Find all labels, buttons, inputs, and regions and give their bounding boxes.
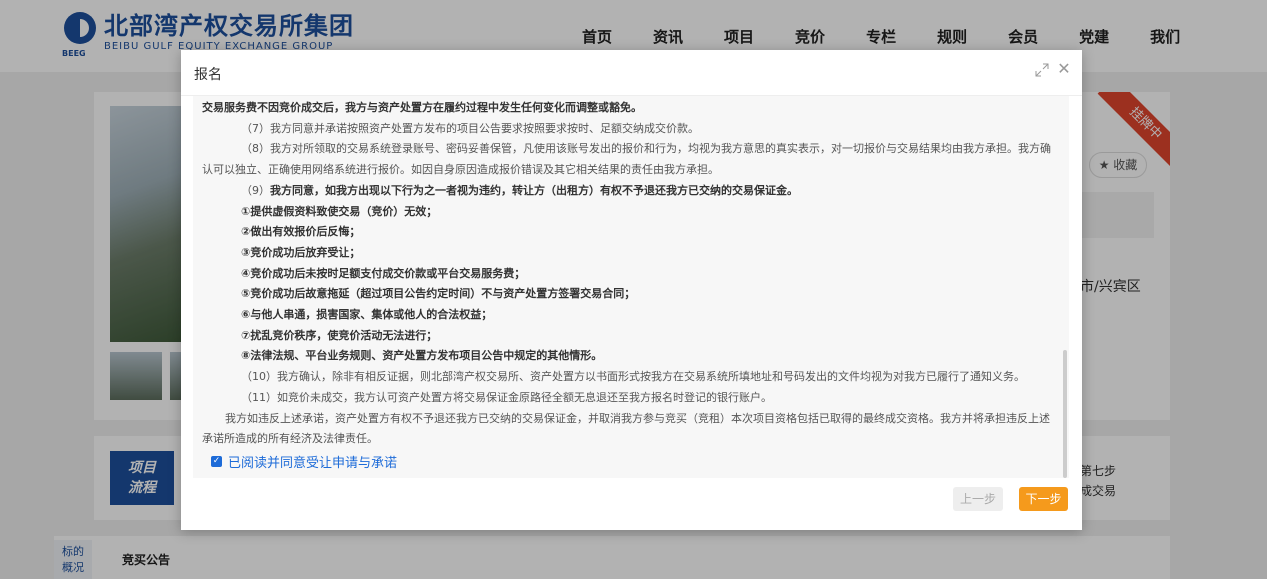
commitment-line: 交易服务费不因竞价成交后，我方与资产处置方在履约过程中发生任何变化而调整或豁免。 [202, 101, 642, 114]
commitment-line: 认可以独立、正确使用网络系统进行报价。如因自身原因造成报价错误及其它相关结果的责… [202, 163, 719, 177]
agree-label[interactable]: 已阅读并同意受让申请与承诺 [228, 452, 397, 471]
breach-item: ③竞价成功后放弃受让； [241, 245, 361, 259]
scrollbar-thumb[interactable] [1063, 350, 1067, 478]
commitment-line: （8）我方对所领取的交易系统登录账号、密码妥善保管，凡使用该账号发出的报价和行为… [241, 142, 1051, 156]
breach-item: ⑧法律法规、平台业务规则、资产处置方发布项目公告中规定的其他情形。 [241, 349, 603, 363]
breach-item: ②做出有效报价后反悔； [241, 225, 361, 239]
next-step-button[interactable]: 下一步 [1019, 487, 1068, 511]
commitment-line: 承诺所造成的所有经济及法律责任。 [202, 432, 378, 446]
commitment-text: 交易服务费不因竞价成交后，我方与资产处置方在履约过程中发生任何变化而调整或豁免。… [202, 98, 1060, 450]
agree-checkbox[interactable]: ✓ [211, 456, 222, 467]
breach-item: ④竞价成功后未按时足额支付成交价款或平台交易服务费； [241, 266, 526, 280]
expand-icon[interactable] [1035, 63, 1049, 77]
commitment-line: （10）我方确认，除非有相反证据，则北部湾产权交易所、资产处置方以书面形式按我方… [241, 370, 1025, 384]
commitment-line: 我方如违反上述承诺，资产处置方有权不予退还我方已交纳的交易保证金，并取消我方参与… [225, 411, 1050, 425]
dialog-header: 报名 ✕ [181, 50, 1082, 96]
previous-step-button[interactable]: 上一步 [953, 487, 1003, 511]
signup-dialog: 报名 ✕ 交易服务费不因竞价成交后，我方与资产处置方在履约过程中发生任何变化而调… [181, 50, 1082, 530]
breach-item: ⑥与他人串通，损害国家、集体或他人的合法权益； [241, 308, 493, 322]
close-icon[interactable]: ✕ [1057, 61, 1071, 77]
agree-checkbox-row[interactable]: ✓ 已阅读并同意受让申请与承诺 [211, 452, 397, 471]
commitment-line: （7）我方同意并承诺按照资产处置方发布的项目公告要求按照要求按时、足额交纳成交价… [241, 121, 699, 135]
breach-item: ⑤竞价成功后故意拖延（超过项目公告约定时间）不与资产处置方签署交易合同； [241, 287, 636, 301]
dialog-title: 报名 [194, 67, 222, 83]
commitment-line: （9） [241, 183, 270, 197]
commitment-text-panel[interactable]: 交易服务费不因竞价成交后，我方与资产处置方在履约过程中发生任何变化而调整或豁免。… [193, 96, 1069, 478]
breach-item: ⑦扰乱竞价秩序，使竞价活动无法进行； [241, 328, 438, 342]
breach-item: ①提供虚假资料致使交易（竞价）无效； [241, 204, 438, 218]
commitment-line: （11）如竞价未成交，我方认可资产处置方将交易保证金原路径全额无息退还至我方报名… [241, 390, 772, 404]
commitment-line: 我方同意，如我方出现以下行为之一者视为违约，转让方（出租方）有权不予退还我方已交… [270, 183, 798, 197]
